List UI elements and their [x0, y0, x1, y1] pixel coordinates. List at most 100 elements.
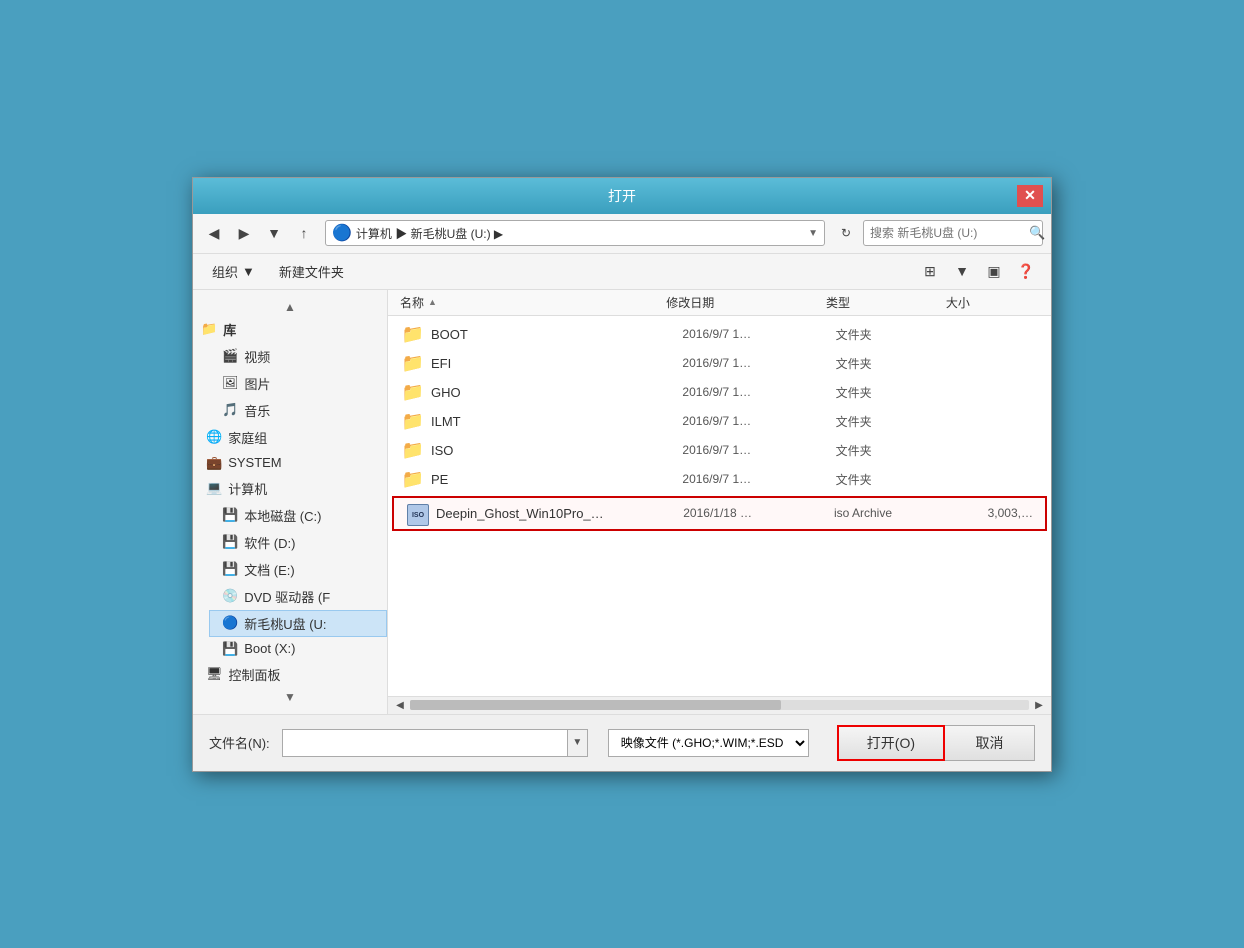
sidebar-item-doc-e[interactable]: 💾 文档 (E:) — [209, 556, 387, 583]
open-button[interactable]: 打开(O) — [837, 725, 945, 761]
title-bar: 打开 ✕ — [193, 178, 1051, 214]
sidebar-item-music[interactable]: 🎵 音乐 — [209, 397, 387, 424]
filetype-select-wrap: 映像文件 (*.GHO;*.WIM;*.ESD — [608, 729, 809, 757]
main-content: ▲ 📁 库 🎬 视频 🖼 图片 🎵 音乐 — [193, 290, 1051, 714]
address-bar[interactable]: 🔵 计算机 ▶ 新毛桃U盘 (U:) ▶ ▼ — [325, 220, 825, 246]
sidebar-item-soft-d[interactable]: 💾 软件 (D:) — [209, 529, 387, 556]
up-button[interactable]: ↑ — [291, 220, 317, 246]
header-size[interactable]: 大小 — [946, 294, 1039, 311]
file-row-boot[interactable]: 📁 BOOT 2016/9/7 1… 文件夹 — [388, 320, 1051, 349]
computer-label: 计算机 — [228, 479, 267, 498]
efi-type: 文件夹 — [836, 355, 946, 372]
help-button[interactable]: ❓ — [1013, 258, 1039, 284]
images-label: 图片 — [245, 374, 271, 393]
search-input[interactable] — [870, 226, 1025, 240]
hscroll-track[interactable] — [410, 700, 1029, 710]
doc-e-label: 文档 (E:) — [244, 560, 295, 579]
soft-d-label: 软件 (D:) — [244, 533, 295, 552]
pe-type: 文件夹 — [836, 471, 946, 488]
new-folder-button[interactable]: 新建文件夹 — [270, 259, 353, 284]
file-row-efi[interactable]: 📁 EFI 2016/9/7 1… 文件夹 — [388, 349, 1051, 378]
sidebar-item-video[interactable]: 🎬 视频 — [209, 343, 387, 370]
header-date[interactable]: 修改日期 — [666, 294, 826, 311]
sidebar-item-control[interactable]: 🖥 控制面板 — [193, 661, 387, 688]
header-name-label: 名称 — [400, 294, 424, 311]
boot-name: BOOT — [431, 327, 676, 342]
sidebar-item-images[interactable]: 🖼 图片 — [209, 370, 387, 397]
filetype-select[interactable]: 映像文件 (*.GHO;*.WIM;*.ESD — [608, 729, 809, 757]
file-row-iso[interactable]: 📁 ISO 2016/9/7 1… 文件夹 — [388, 436, 1051, 465]
close-button[interactable]: ✕ — [1017, 185, 1043, 207]
sidebar-item-library[interactable]: 📁 库 — [193, 316, 387, 343]
refresh-button[interactable]: ↻ — [833, 220, 859, 246]
music-label: 音乐 — [244, 401, 270, 420]
sidebar-item-system[interactable]: 💼 SYSTEM — [193, 451, 387, 475]
soft-d-icon: 💾 — [222, 534, 238, 550]
iso-date: 2016/9/7 1… — [682, 443, 829, 457]
address-text: 计算机 ▶ 新毛桃U盘 (U:) ▶ — [356, 225, 804, 242]
bottom-bar: 文件名(N): ▼ 映像文件 (*.GHO;*.WIM;*.ESD 打开(O) … — [193, 714, 1051, 771]
file-row-gho[interactable]: 📁 GHO 2016/9/7 1… 文件夹 — [388, 378, 1051, 407]
sidebar-item-local-c[interactable]: 💾 本地磁盘 (C:) — [209, 502, 387, 529]
sidebar-item-computer[interactable]: 💻 计算机 — [193, 475, 387, 502]
system-icon: 💼 — [206, 455, 222, 471]
iso-folder-icon: 📁 — [401, 440, 425, 461]
organize-arrow-icon: ▼ — [242, 264, 255, 279]
sidebar-scroll-up[interactable]: ▲ — [193, 298, 387, 316]
iso-name: ISO — [431, 443, 676, 458]
filename-input[interactable] — [282, 729, 568, 757]
sidebar-item-boot-x[interactable]: 💾 Boot (X:) — [209, 637, 387, 661]
homegroup-icon: 🌐 — [206, 429, 222, 445]
boot-type: 文件夹 — [836, 326, 946, 343]
boot-x-icon: 💾 — [222, 641, 238, 657]
view-icon: ⊞ — [924, 263, 936, 280]
control-label: 控制面板 — [229, 665, 281, 684]
sidebar-item-usb-u[interactable]: 🔵 新毛桃U盘 (U: — [209, 610, 387, 637]
ilmt-type: 文件夹 — [836, 413, 946, 430]
usb-u-icon: 🔵 — [222, 615, 238, 631]
dropdown-nav-button[interactable]: ▼ — [261, 220, 287, 246]
hscroll-left-btn[interactable]: ◀ — [392, 697, 408, 713]
cancel-button[interactable]: 取消 — [945, 725, 1035, 761]
address-dropdown-icon[interactable]: ▼ — [808, 228, 818, 239]
dropdown-nav-icon: ▼ — [267, 225, 281, 241]
file-row-ilmt[interactable]: 📁 ILMT 2016/9/7 1… 文件夹 — [388, 407, 1051, 436]
open-dialog: 打开 ✕ ◀ ▶ ▼ ↑ 🔵 计算机 ▶ 新毛桃U盘 (U:) ▶ ▼ ↻ 🔍 — [192, 177, 1052, 772]
organize-button[interactable]: 组织 ▼ — [205, 259, 262, 284]
header-size-label: 大小 — [946, 294, 970, 311]
up-icon: ↑ — [301, 225, 308, 241]
back-button[interactable]: ◀ — [201, 220, 227, 246]
sidebar-item-dvd-f[interactable]: 💿 DVD 驱动器 (F — [209, 583, 387, 610]
deepin-size: 3,003,… — [949, 506, 1033, 520]
filename-dropdown-btn[interactable]: ▼ — [568, 729, 588, 757]
gho-name: GHO — [431, 385, 676, 400]
forward-button[interactable]: ▶ — [231, 220, 257, 246]
boot-date: 2016/9/7 1… — [682, 327, 829, 341]
panel-button[interactable]: ▣ — [981, 258, 1007, 284]
file-row-pe[interactable]: 📁 PE 2016/9/7 1… 文件夹 — [388, 465, 1051, 494]
sidebar-item-homegroup[interactable]: 🌐 家庭组 — [193, 424, 387, 451]
search-bar: 🔍 — [863, 220, 1043, 246]
help-icon: ❓ — [1017, 263, 1034, 280]
computer-icon: 💻 — [206, 480, 222, 496]
dvd-f-label: DVD 驱动器 (F — [244, 587, 330, 606]
search-icon: 🔍 — [1029, 225, 1045, 241]
header-date-label: 修改日期 — [666, 294, 714, 311]
hscroll-right-btn[interactable]: ▶ — [1031, 697, 1047, 713]
boot-x-label: Boot (X:) — [244, 641, 295, 656]
boot-folder-icon: 📁 — [401, 324, 425, 345]
header-name[interactable]: 名称 ▲ — [400, 294, 666, 311]
horizontal-scrollbar[interactable]: ◀ ▶ — [388, 696, 1051, 714]
gho-type: 文件夹 — [836, 384, 946, 401]
efi-name: EFI — [431, 356, 676, 371]
sidebar-scroll-down[interactable]: ▼ — [193, 688, 387, 706]
video-icon: 🎬 — [222, 348, 238, 364]
deepin-name: Deepin_Ghost_Win10Pro_… — [436, 506, 677, 521]
pe-folder-icon: 📁 — [401, 469, 425, 490]
pe-date: 2016/9/7 1… — [682, 472, 829, 486]
view-button[interactable]: ⊞ — [917, 258, 943, 284]
file-row-deepin[interactable]: ISO Deepin_Ghost_Win10Pro_… 2016/1/18 … … — [392, 496, 1047, 531]
back-icon: ◀ — [209, 225, 220, 242]
header-type[interactable]: 类型 — [826, 294, 946, 311]
view-dropdown-button[interactable]: ▼ — [949, 258, 975, 284]
